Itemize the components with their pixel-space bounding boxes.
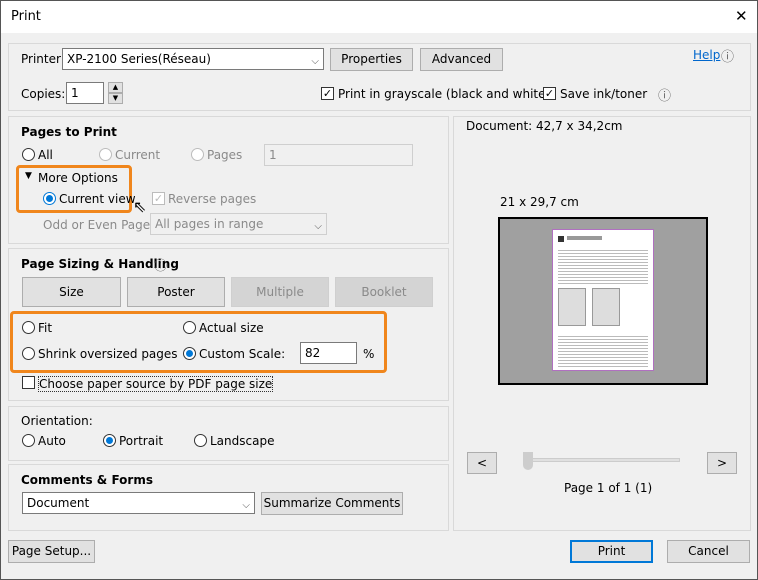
grayscale-label: Print in grayscale (black and white) [338,87,551,101]
advanced-button[interactable]: Advanced [420,48,503,71]
tab-size[interactable]: Size [22,277,121,307]
scale-input[interactable]: 82 [300,342,357,364]
help-icon[interactable]: ⓘ [721,46,734,65]
tab-booklet[interactable]: Booklet [335,277,433,307]
copies-input[interactable]: 1 [66,82,104,104]
help-link[interactable]: Help [693,48,720,62]
more-options-toggle[interactable]: More Options [38,171,118,185]
print-dialog: Print ✕ Printer: XP-2100 Series(Réseau) ⌵… [0,0,758,580]
shrink-label: Shrink oversized pages [38,347,178,361]
current-view-radio[interactable] [43,192,56,205]
title-bar: Print ✕ [1,1,757,33]
actual-size-label: Actual size [199,321,264,335]
orientation-heading: Orientation: [21,414,93,428]
page-setup-button[interactable]: Page Setup... [8,540,95,563]
thumb-image [592,288,620,326]
printer-value: XP-2100 Series(Réseau) [67,52,211,66]
auto-label: Auto [38,434,66,448]
page-info: Page 1 of 1 (1) [564,481,653,495]
copies-label: Copies: [21,87,66,101]
landscape-label: Landscape [210,434,275,448]
portrait-label: Portrait [119,434,164,448]
thumb-image [558,288,586,326]
paper-source-label: Choose paper source by PDF page size [38,376,274,392]
paper-size: 21 x 29,7 cm [500,195,579,209]
current-radio[interactable] [99,148,112,161]
printer-select[interactable]: XP-2100 Series(Réseau) ⌵ [62,48,324,70]
prev-page-button[interactable]: < [467,452,497,474]
page-thumbnail [552,229,654,371]
document-size: Document: 42,7 x 34,2cm [466,119,623,133]
reverse-checkbox[interactable]: ✓ [152,192,165,205]
thumb-text [558,248,648,284]
copies-down-button[interactable]: ▼ [108,93,123,104]
thumb-text [558,334,648,368]
preview-area [498,217,708,385]
page-slider-thumb[interactable] [523,452,533,470]
chevron-down-icon: ⌵ [242,500,250,511]
window-title: Print [11,9,41,24]
mouse-cursor-icon: ⇖ [133,197,147,216]
close-icon[interactable]: ✕ [735,7,748,25]
printer-label: Printer: [21,52,65,66]
print-button[interactable]: Print [570,540,653,563]
tab-multiple[interactable]: Multiple [231,277,329,307]
info-icon[interactable]: ⓘ [658,85,671,104]
current-view-label: Current view [59,192,136,206]
fit-label: Fit [38,321,53,335]
triangle-down-icon[interactable]: ▼ [25,171,32,181]
paper-source-checkbox[interactable] [22,376,35,389]
shrink-radio[interactable] [22,347,35,360]
actual-size-radio[interactable] [183,321,196,334]
fit-radio[interactable] [22,321,35,334]
comments-heading: Comments & Forms [21,473,153,487]
auto-radio[interactable] [22,434,35,447]
cancel-button[interactable]: Cancel [667,540,750,563]
page-slider-track[interactable] [531,458,680,462]
current-label: Current [115,148,161,162]
pages-heading: Pages to Print [21,125,117,139]
properties-button[interactable]: Properties [330,48,413,71]
tab-poster[interactable]: Poster [127,277,225,307]
next-page-button[interactable]: > [707,452,737,474]
thumb-line [567,236,602,240]
pages-input[interactable]: 1 [264,144,413,166]
custom-scale-radio[interactable] [183,347,196,360]
summarize-comments-button[interactable]: Summarize Comments [261,492,403,515]
comments-value: Document [27,496,90,510]
info-icon[interactable]: ⓘ [154,255,167,274]
percent-label: % [363,347,375,361]
pages-label: Pages [207,148,243,162]
all-radio[interactable] [22,148,35,161]
reverse-label: Reverse pages [168,192,257,206]
copies-up-button[interactable]: ▲ [108,82,123,93]
odd-even-select[interactable]: All pages in range ⌵ [150,213,327,235]
portrait-radio[interactable] [103,434,116,447]
all-label: All [38,148,53,162]
odd-even-label: Odd or Even Pages: [43,218,161,232]
chevron-down-icon: ⌵ [311,56,319,67]
grayscale-checkbox[interactable]: ✓ [321,87,334,100]
custom-scale-label: Custom Scale: [199,347,286,361]
landscape-radio[interactable] [194,434,207,447]
save-ink-label: Save ink/toner [560,87,648,101]
logo-icon [558,236,564,242]
odd-even-value: All pages in range [155,217,264,231]
chevron-down-icon: ⌵ [314,221,322,232]
pages-radio[interactable] [191,148,204,161]
save-ink-checkbox[interactable]: ✓ [543,87,556,100]
comments-select[interactable]: Document ⌵ [22,492,255,514]
